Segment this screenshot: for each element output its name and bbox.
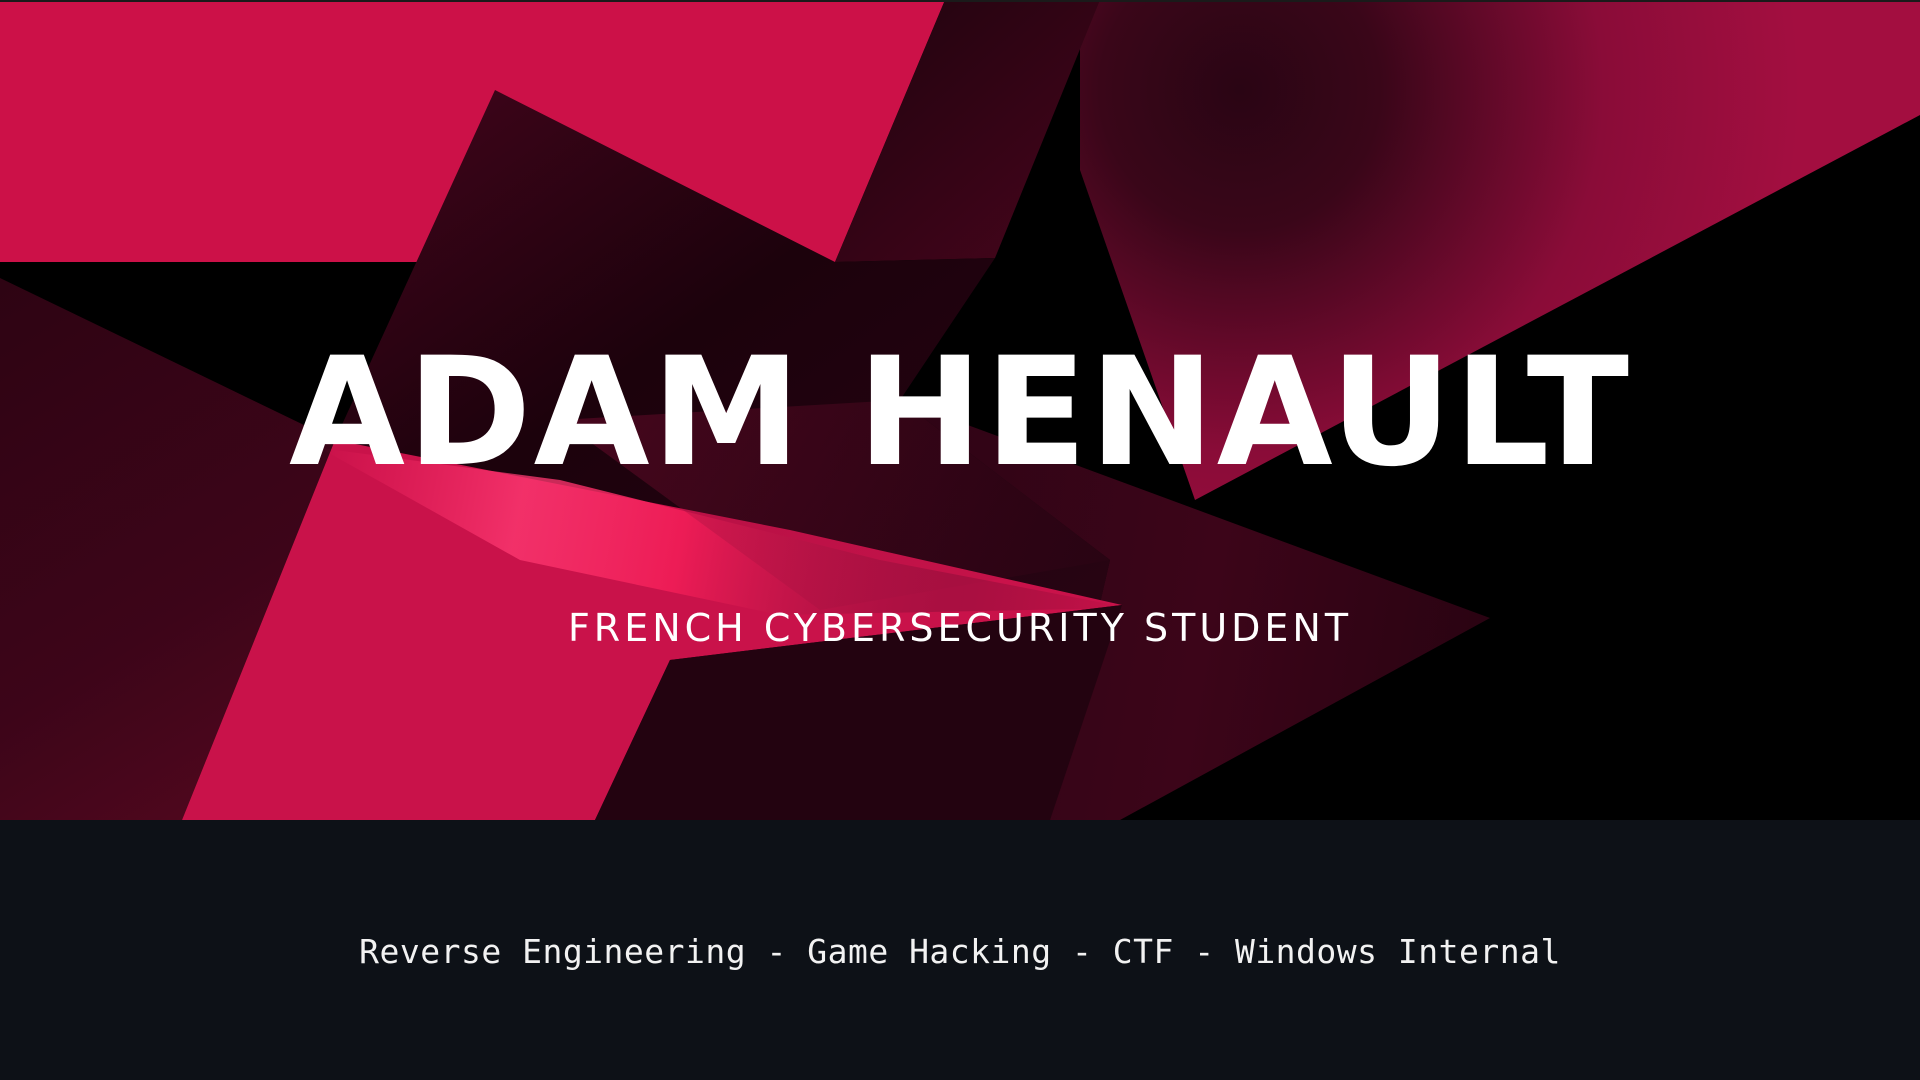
hero-title: ADAM HENAULT bbox=[288, 326, 1632, 500]
hero-banner: ADAM HENAULT FRENCH CYBERSECURITY STUDEN… bbox=[0, 0, 1920, 820]
skills-tagline: Reverse Engineering - Game Hacking - CTF… bbox=[359, 932, 1561, 971]
profile-banner: ADAM HENAULT FRENCH CYBERSECURITY STUDEN… bbox=[0, 0, 1920, 1080]
hero-subtitle: FRENCH CYBERSECURITY STUDENT bbox=[567, 606, 1353, 650]
top-border bbox=[0, 0, 1920, 2]
